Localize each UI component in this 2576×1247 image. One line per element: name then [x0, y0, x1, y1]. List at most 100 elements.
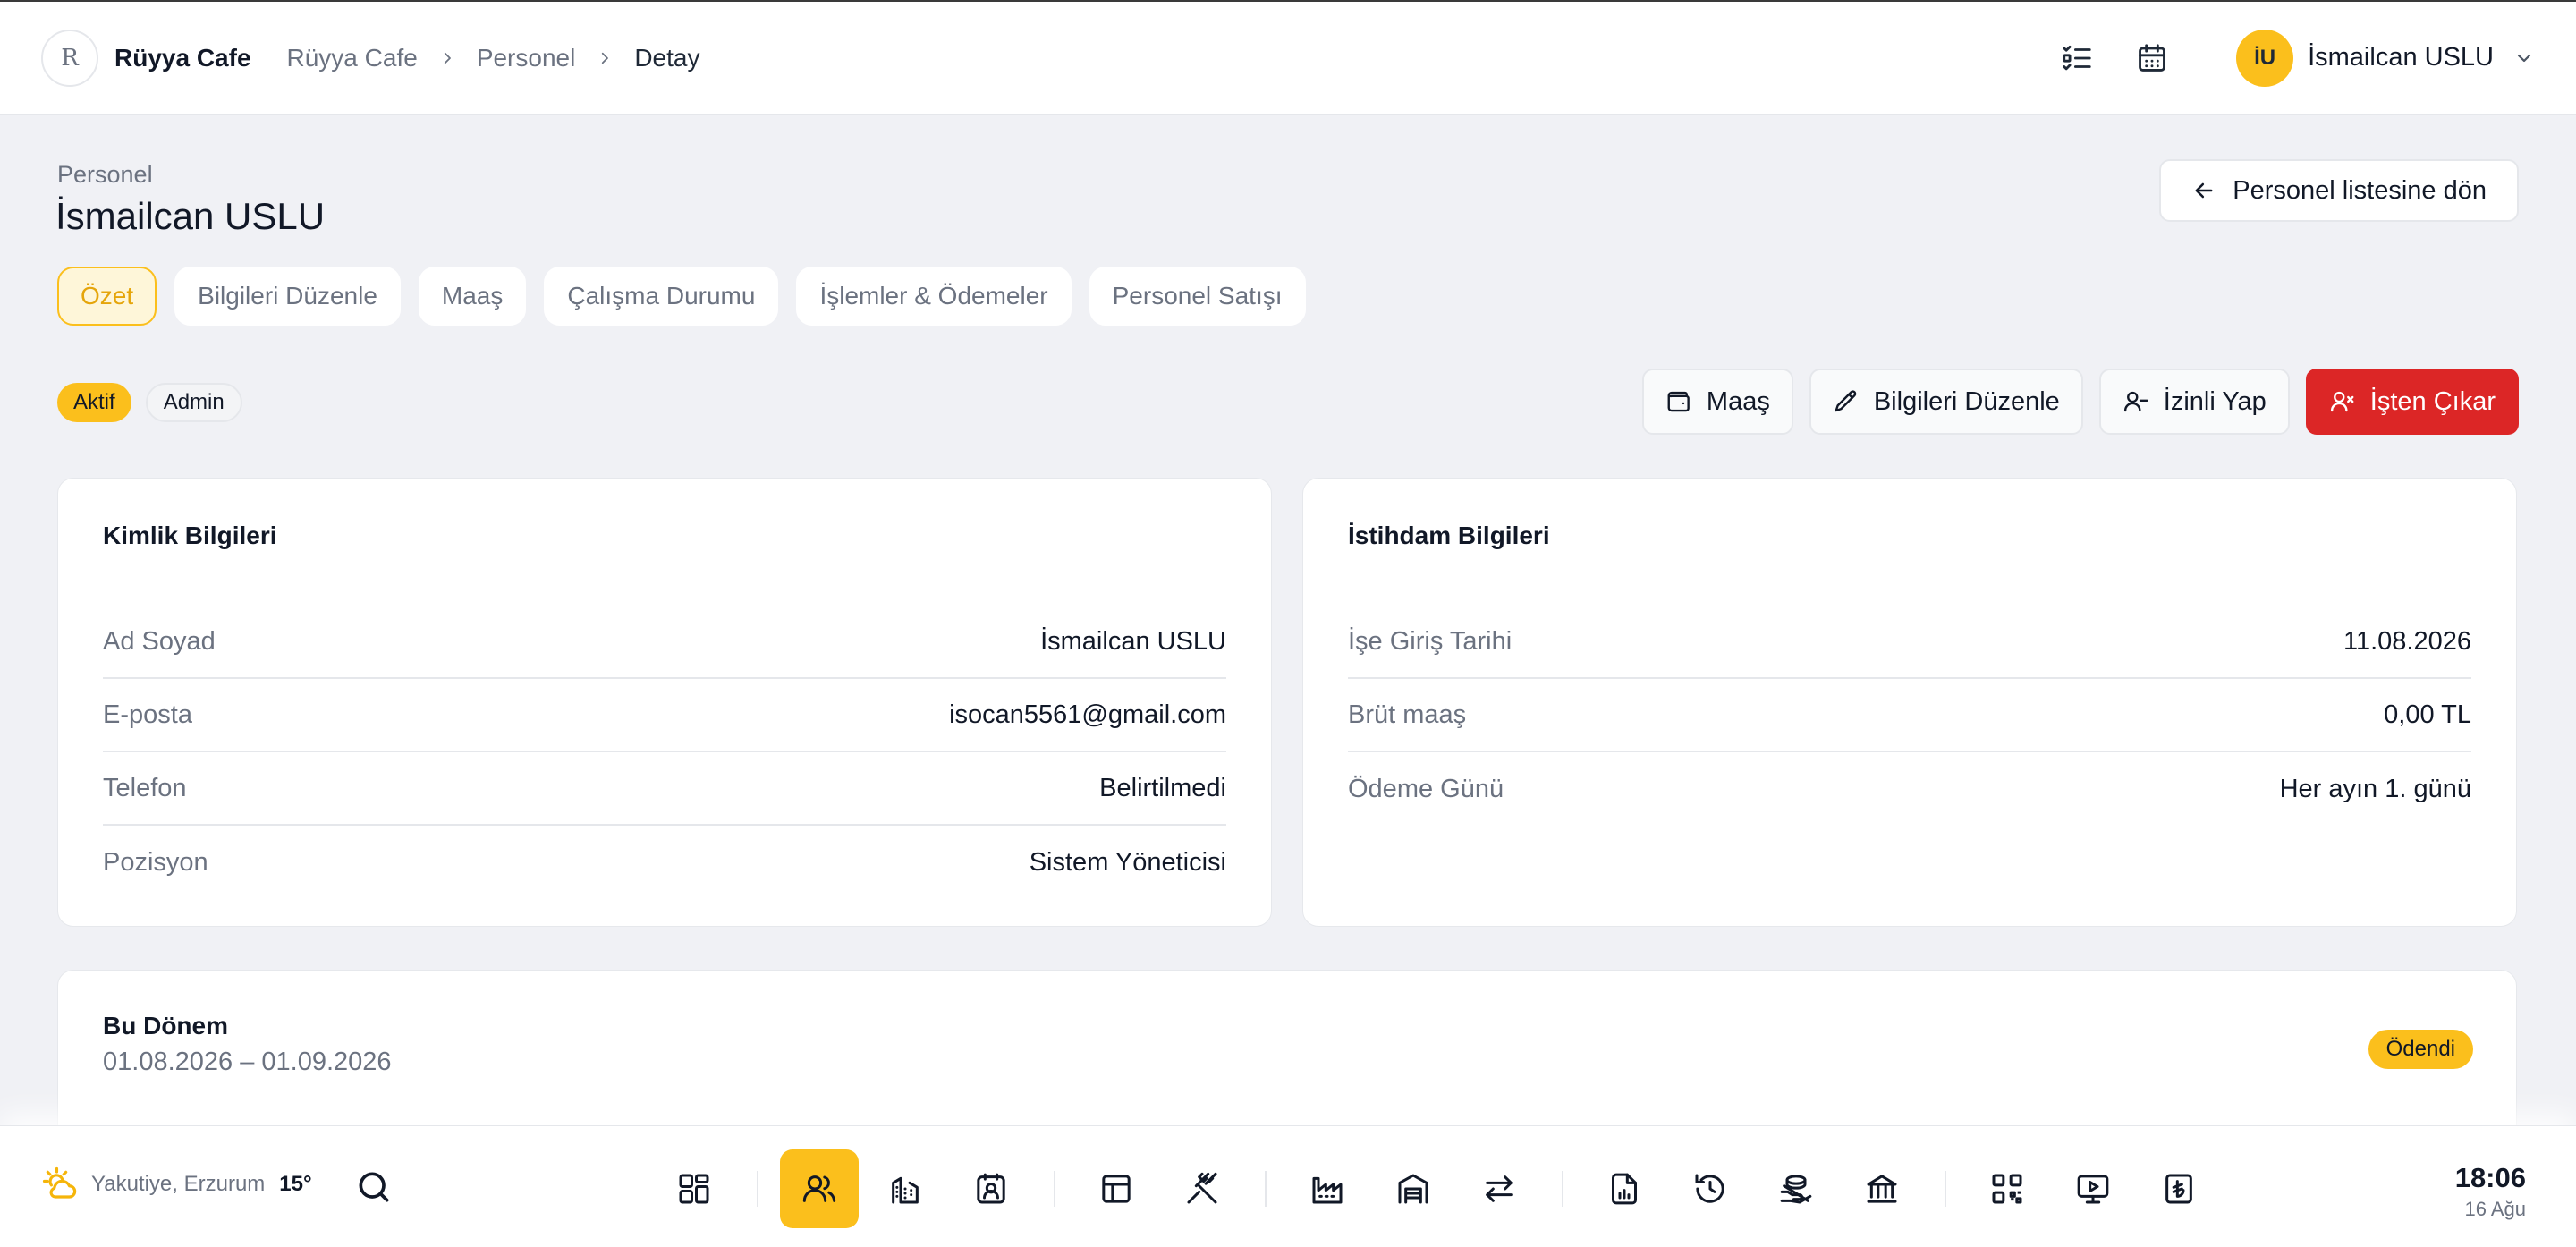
payment-status-badge: Ödendi [2368, 1030, 2473, 1069]
arrow-left-icon [2195, 182, 2213, 199]
dock-staff-button[interactable] [780, 1149, 859, 1228]
info-row: Pozisyon Sistem Yöneticisi [103, 826, 1226, 899]
set-leave-button-label: İzinli Yap [2163, 386, 2267, 416]
tab-calisma-durumu[interactable]: Çalışma Durumu [544, 267, 779, 326]
calendar-button[interactable] [2125, 31, 2179, 85]
users-icon [802, 1175, 836, 1202]
dock-separator [1562, 1171, 1563, 1207]
tab-bilgileri-duzenle[interactable]: Bilgileri Düzenle [174, 267, 401, 326]
user-menu[interactable]: İU İsmailcan USLU [2236, 29, 2535, 87]
dock-history-button[interactable] [1671, 1149, 1750, 1228]
dock-menu-button[interactable] [1163, 1149, 1241, 1228]
tab-personel-satisi[interactable]: Personel Satışı [1089, 267, 1306, 326]
monitor-play-icon [2077, 1175, 2109, 1204]
dock-tables-button[interactable] [1077, 1149, 1156, 1228]
dock-branches-button[interactable] [866, 1149, 945, 1228]
factory-icon [1312, 1176, 1343, 1204]
info-row-value: isocan5561@gmail.com [949, 700, 1226, 729]
dock-apps [655, 1149, 2225, 1228]
sun-cloud-icon [42, 1166, 77, 1199]
info-row-key: İşe Giriş Tarihi [1348, 626, 1513, 656]
info-row-key: Ad Soyad [103, 626, 216, 656]
dock-contacts-button[interactable] [952, 1149, 1030, 1228]
dock-lira-button[interactable] [2140, 1149, 2218, 1228]
dock-dashboard-button[interactable] [655, 1149, 733, 1228]
dock-expenses-button[interactable] [1757, 1149, 1835, 1228]
dock-production-button[interactable] [1288, 1149, 1367, 1228]
clock: 18:06 16 Ağu [2455, 1162, 2526, 1221]
tab-maas[interactable]: Maaş [418, 267, 527, 326]
dock-display-button[interactable] [2054, 1149, 2132, 1228]
qr-code-icon [1992, 1174, 2022, 1204]
action-buttons: Maaş Bilgileri Düzenle İzinli Yap İşten … [1626, 369, 2519, 435]
brand-logo[interactable]: R [41, 29, 98, 87]
info-row-key: Pozisyon [103, 847, 208, 877]
info-row-value: 11.08.2026 [2343, 626, 2471, 656]
employment-card: İstihdam Bilgileri İşe Giriş Tarihi 11.0… [1302, 478, 2517, 927]
coins-hand-icon [1780, 1175, 1812, 1204]
period-range: 01.08.2026 – 01.09.2026 [103, 1048, 392, 1076]
tab-ozet[interactable]: Özet [57, 267, 157, 326]
dock-warehouse-button[interactable] [1374, 1149, 1453, 1228]
dock-qr-button[interactable] [1968, 1149, 2046, 1228]
brand-name[interactable]: Rüyya Cafe [114, 44, 251, 72]
clock-date: 16 Ağu [2464, 1198, 2526, 1220]
info-row: Ödeme Günü Her ayın 1. günü [1348, 752, 2471, 826]
page-title: İsmailcan USLU [55, 195, 326, 237]
dock-bank-button[interactable] [1843, 1149, 1921, 1228]
dock-separator [757, 1171, 758, 1207]
salary-button[interactable]: Maaş [1641, 369, 1793, 435]
edit-info-button-label: Bilgileri Düzenle [1873, 386, 2060, 416]
dismiss-employee-button[interactable]: İşten Çıkar [2305, 369, 2519, 435]
bank-icon [1867, 1175, 1897, 1203]
breadcrumb-item-detay: Detay [634, 43, 700, 72]
building-icon [892, 1176, 919, 1204]
id-card-icon [977, 1173, 1005, 1204]
info-row-value: Belirtilmedi [1099, 773, 1226, 802]
info-row-value: 0,00 TL [2384, 700, 2471, 729]
role-badge: Admin [145, 383, 242, 422]
chevron-right-icon [597, 50, 613, 66]
top-bar: R Rüyya Cafe Rüyya Cafe Personel Detay İ… [0, 0, 2576, 115]
employment-card-title: İstihdam Bilgileri [1348, 522, 1550, 549]
salary-button-label: Maaş [1706, 386, 1770, 416]
utensils-crossed-icon [1187, 1172, 1217, 1204]
back-to-list-label: Personel listesine dön [2233, 175, 2487, 205]
dock-search-button[interactable] [354, 1167, 394, 1211]
dock-separator [1265, 1171, 1267, 1207]
edit-info-button[interactable]: Bilgileri Düzenle [1809, 369, 2083, 435]
info-row: Telefon Belirtilmedi [103, 752, 1226, 826]
info-row-key: Ödeme Günü [1348, 774, 1504, 803]
breadcrumb-item-cafe[interactable]: Rüyya Cafe [287, 44, 418, 72]
info-row: İşe Giriş Tarihi 11.08.2026 [1348, 606, 2471, 679]
info-row-value: Sistem Yöneticisi [1029, 847, 1226, 877]
task-list-button[interactable] [2050, 31, 2104, 85]
weather-widget[interactable]: Yakutiye, Erzurum 15° [41, 1166, 312, 1203]
back-to-list-button[interactable]: Personel listesine dön [2159, 159, 2519, 222]
history-icon [1695, 1174, 1724, 1203]
arrows-left-right-icon [1486, 1175, 1513, 1202]
set-leave-button[interactable]: İzinli Yap [2098, 369, 2290, 435]
info-row: Ad Soyad İsmailcan USLU [103, 606, 1226, 679]
dock-transfers-button[interactable] [1460, 1149, 1538, 1228]
tab-bar: Özet Bilgileri Düzenle Maaş Çalışma Duru… [57, 267, 1324, 326]
identity-rows: Ad Soyad İsmailcan USLU E-posta isocan55… [103, 606, 1226, 899]
info-row: Brüt maaş 0,00 TL [1348, 679, 2471, 752]
tab-islemler-odemeler[interactable]: İşlemler & Ödemeler [796, 267, 1072, 326]
calendar-icon [2139, 43, 2165, 72]
identity-card-title: Kimlik Bilgileri [103, 522, 277, 549]
weather-location: Yakutiye, Erzurum [91, 1172, 266, 1196]
chevron-right-icon [439, 50, 455, 66]
bottom-dock: Yakutiye, Erzurum 15° 18:06 16 Ağu [0, 1125, 2576, 1247]
dismiss-employee-button-label: İşten Çıkar [2369, 386, 2496, 416]
dock-reports-button[interactable] [1585, 1149, 1664, 1228]
breadcrumb-item-personel[interactable]: Personel [477, 44, 576, 72]
identity-card: Kimlik Bilgileri Ad Soyad İsmailcan USLU… [57, 478, 1272, 927]
avatar: İU [2236, 29, 2294, 87]
employment-rows: İşe Giriş Tarihi 11.08.2026 Brüt maaş 0,… [1348, 606, 2471, 826]
status-badges: Aktif Admin [57, 383, 257, 422]
status-badge: Aktif [57, 383, 131, 422]
dock-separator [1945, 1171, 1946, 1207]
brand-logo-letter: R [61, 45, 80, 72]
lira-receipt-icon [2165, 1174, 2192, 1204]
